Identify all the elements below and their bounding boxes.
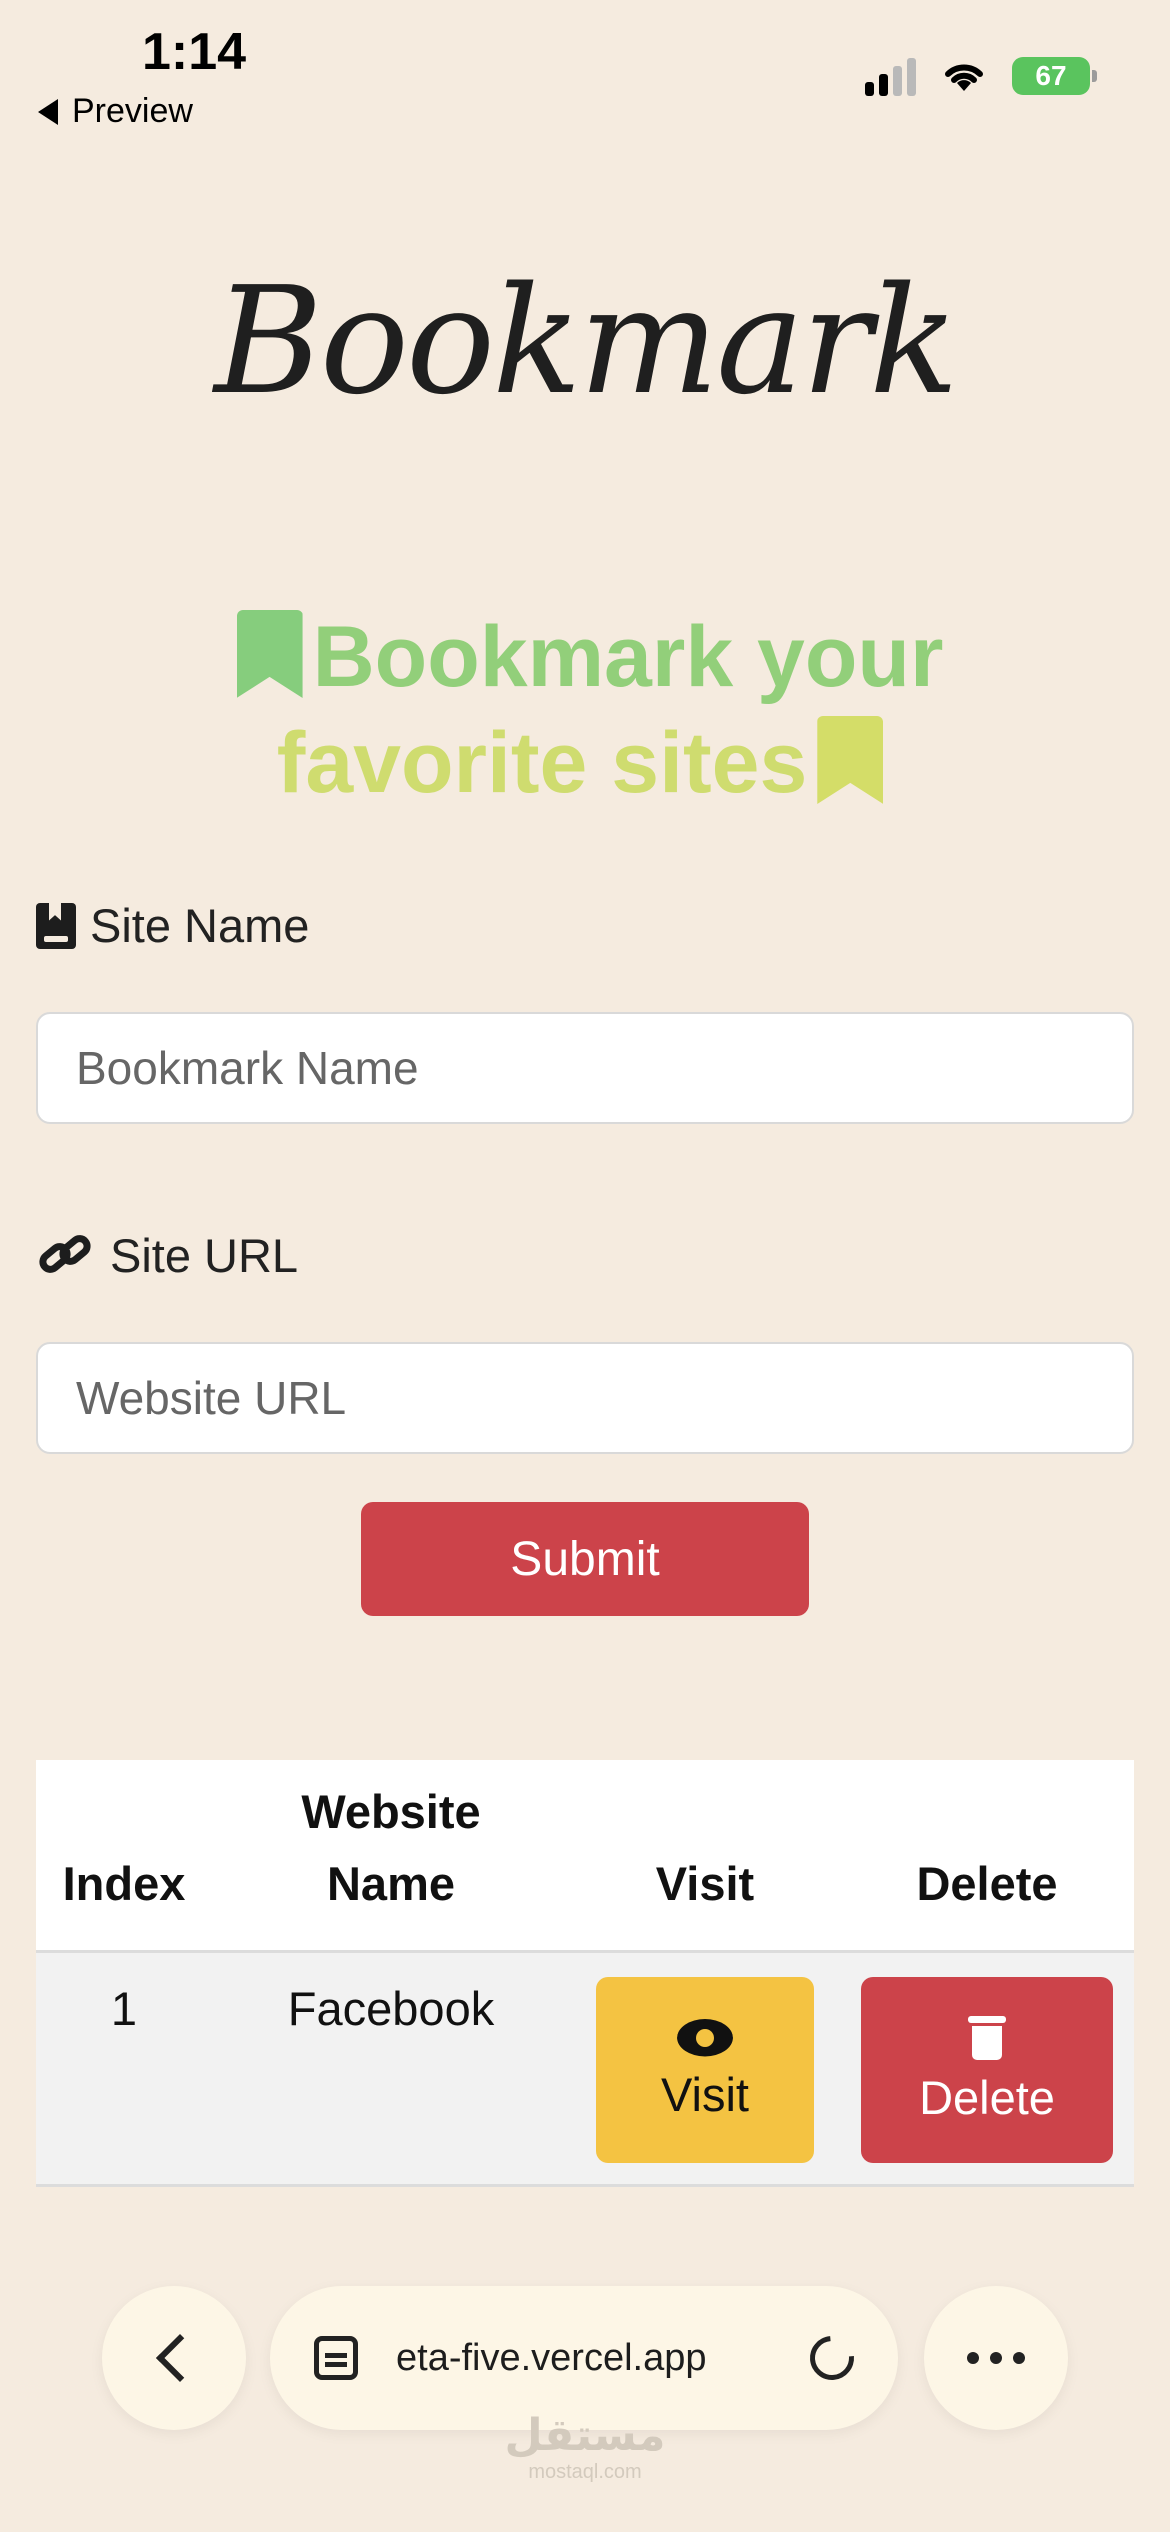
reload-icon[interactable] xyxy=(801,2327,863,2389)
visit-button-label: Visit xyxy=(661,2067,749,2121)
chevron-left-icon xyxy=(155,2333,205,2383)
site-url-label-text: Site URL xyxy=(110,1229,299,1282)
header-website-name-line1: Website xyxy=(301,1785,481,1838)
delete-button[interactable]: Delete xyxy=(861,1977,1113,2163)
site-url-label: Site URL xyxy=(34,1228,299,1283)
battery-level: 67 xyxy=(1035,60,1067,91)
status-time: 1:14 xyxy=(142,23,247,81)
url-text: eta-five.vercel.app xyxy=(396,2336,707,2379)
hero-heading: Bookmark your favorite sites xyxy=(120,604,1050,816)
site-name-input[interactable] xyxy=(36,1012,1134,1124)
delete-button-label: Delete xyxy=(919,2070,1055,2124)
row-index: 1 xyxy=(110,1982,138,2035)
header-index: Index xyxy=(62,1857,186,1910)
header-website-name-line2: Name xyxy=(326,1857,455,1910)
site-name-label: Site Name xyxy=(36,898,309,953)
header-visit: Visit xyxy=(655,1857,755,1910)
table-header: Index Website Name Visit Delete xyxy=(36,1760,1134,1953)
bookmarks-table: Index Website Name Visit Delete 1 Faceboo… xyxy=(36,1760,1134,2187)
address-bar[interactable]: eta-five.vercel.app xyxy=(270,2286,898,2430)
back-label: Preview xyxy=(72,92,193,130)
header-website-name: Website Name xyxy=(212,1760,570,1950)
bookmark-icon xyxy=(817,716,884,804)
site-name-label-text: Site Name xyxy=(90,899,310,952)
site-url-input[interactable] xyxy=(36,1342,1134,1454)
ellipsis-icon xyxy=(967,2352,1025,2364)
battery-icon: 67 xyxy=(1012,57,1097,95)
hero-line-1: Bookmark your xyxy=(312,609,944,705)
status-indicators: 67 xyxy=(865,56,1097,96)
table-row: 1 Facebook Visit Delete xyxy=(36,1953,1134,2187)
bookmark-icon xyxy=(236,610,303,698)
trash-icon xyxy=(968,2015,1006,2060)
watermark-arabic: مستقل xyxy=(504,2411,666,2460)
back-to-preview-link[interactable]: Preview xyxy=(38,92,193,131)
back-triangle-icon xyxy=(38,98,58,125)
watermark: مستقل mostaql.com xyxy=(0,2410,1170,2484)
cellular-signal-icon xyxy=(865,56,916,96)
header-delete: Delete xyxy=(916,1857,1058,1910)
page-menu-icon[interactable] xyxy=(314,2336,358,2380)
watermark-latin: mostaql.com xyxy=(528,2461,642,2483)
book-bookmark-icon xyxy=(36,902,76,949)
brand-logo: Bookmark xyxy=(214,255,959,427)
eye-icon xyxy=(677,2018,733,2057)
submit-button[interactable]: Submit xyxy=(361,1502,809,1616)
row-website-name: Facebook xyxy=(287,1982,495,2035)
visit-button[interactable]: Visit xyxy=(596,1977,814,2163)
hero-line-2: favorite sites xyxy=(276,715,808,811)
browser-back-button[interactable] xyxy=(102,2286,246,2430)
link-icon xyxy=(34,1230,96,1279)
more-options-button[interactable] xyxy=(924,2286,1068,2430)
wifi-icon xyxy=(945,64,983,91)
